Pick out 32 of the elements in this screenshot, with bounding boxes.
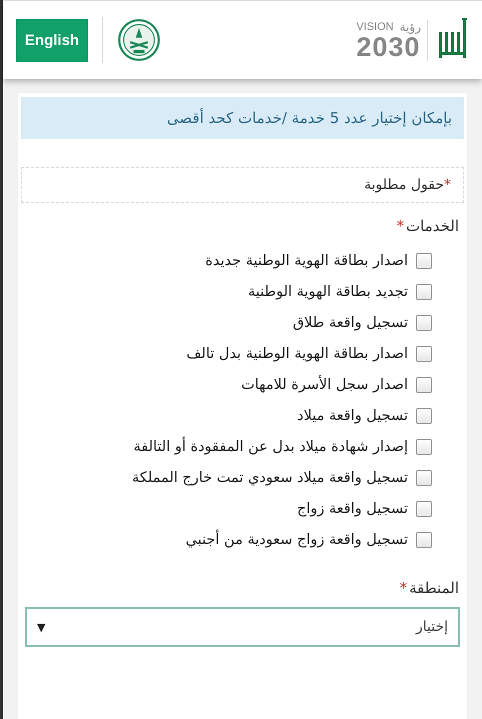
checkbox-label[interactable]: تجديد بطاقة الهوية الوطنية [248, 284, 408, 300]
logo-word: رؤية [400, 20, 421, 34]
checkbox[interactable] [416, 532, 432, 548]
required-asterisk: * [444, 177, 451, 193]
checkbox[interactable] [416, 408, 432, 424]
checkbox[interactable] [416, 470, 432, 486]
checkbox[interactable] [416, 438, 432, 454]
checkbox-label[interactable]: اصدار بطاقة الهوية الوطنية بدل تالف [186, 346, 408, 362]
required-asterisk: * [396, 217, 404, 235]
checkbox-label[interactable]: إصدار شهادة ميلاد بدل عن المفقودة أو التالفة [133, 438, 408, 454]
logo-word: VISION [356, 20, 394, 32]
info-message: بإمكان إختيار عدد 5 خدمة /خدمات كحد أقصى [21, 97, 464, 139]
checkbox-label[interactable]: اصدار بطاقة الهوية الوطنية جديدة [205, 252, 408, 268]
logo-year: 2030 [356, 34, 420, 60]
checkbox[interactable] [416, 314, 432, 330]
required-asterisk: * [400, 579, 408, 597]
emblem-icon [117, 18, 161, 62]
required-note: حقول مطلوبة [364, 177, 444, 193]
checkbox[interactable] [416, 500, 432, 516]
field-label: المنطقة [409, 579, 459, 597]
region-select[interactable]: إختيار ▼ [25, 607, 460, 647]
checkbox-label[interactable]: تسجيل واقعة طلاق [292, 314, 408, 330]
checkbox[interactable] [416, 252, 432, 268]
checkbox-label[interactable]: تسجيل واقعة ميلاد سعودي تمت خارج المملكة [132, 470, 408, 486]
checkbox[interactable] [416, 346, 432, 362]
checkbox-label[interactable]: تسجيل واقعة زواج سعودية من أجنبي [186, 532, 408, 548]
checkbox[interactable] [416, 376, 432, 392]
checkbox-label[interactable]: اصدار سجل الأسرة للامهات [241, 376, 408, 392]
checkbox-label[interactable]: تسجيل واقعة ميلاد [297, 408, 408, 424]
checkbox[interactable] [416, 284, 432, 300]
checkbox-label[interactable]: تسجيل واقعة زواج [296, 500, 408, 516]
field-label: الخدمات [406, 217, 459, 235]
